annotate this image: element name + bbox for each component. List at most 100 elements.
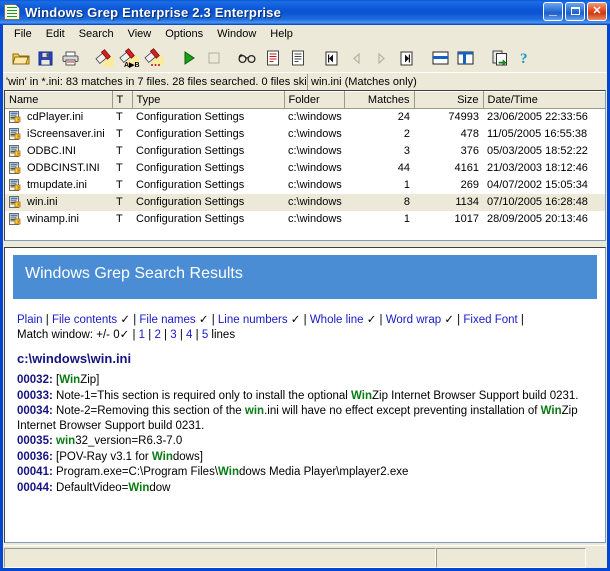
column-header-type[interactable]: Type xyxy=(132,91,285,109)
results-options: Plain | File contents ✓ | File names ✓ |… xyxy=(17,313,593,343)
help-icon[interactable]: ? xyxy=(513,47,536,69)
result-match-highlight: Win xyxy=(59,374,81,386)
cell-name: ODBC.INI xyxy=(5,143,112,160)
column-header-size[interactable]: Size xyxy=(414,91,484,109)
option-word-wrap[interactable]: Word wrap xyxy=(386,314,441,326)
save-icon[interactable] xyxy=(34,47,57,69)
cell-size: 1017 xyxy=(454,213,479,225)
split-horizontal-icon[interactable] xyxy=(429,47,452,69)
menu-options[interactable]: Options xyxy=(158,26,210,43)
result-line-text: dow xyxy=(149,481,171,494)
table-row[interactable]: ODBCINST.INI T Configuration Settings c:\wi… xyxy=(5,160,605,177)
cell-type: Configuration Settings xyxy=(136,128,245,140)
result-line[interactable]: 00035: win32_version=R6.3-7.0 xyxy=(17,434,593,449)
results-pane[interactable]: Windows Grep Search Results Plain | File… xyxy=(4,247,606,543)
table-row[interactable]: tmupdate.ini T Configuration Settings c:\wi… xyxy=(5,177,605,194)
table-row[interactable]: winamp.ini T Configuration Settings c:\wind… xyxy=(5,211,605,228)
match-window-suffix: lines xyxy=(208,329,236,341)
last-page-icon[interactable] xyxy=(395,47,418,69)
minimize-button[interactable]: _ xyxy=(543,2,563,21)
next-page-icon[interactable] xyxy=(370,47,393,69)
result-line-text: DefaultVideo= xyxy=(52,481,129,494)
menu-edit[interactable]: Edit xyxy=(39,26,72,43)
search-icon[interactable] xyxy=(93,47,116,69)
menu-help[interactable]: Help xyxy=(263,26,300,43)
cell-datetime: 07/10/2005 16:28:48 xyxy=(483,193,605,211)
option-line-numbers[interactable]: Line numbers xyxy=(218,314,288,326)
menu-bar: File Edit Search View Options Window Hel… xyxy=(3,25,607,44)
column-header-name[interactable]: Name xyxy=(5,91,113,109)
option-fixed-font[interactable]: Fixed Font xyxy=(463,314,517,326)
print-icon[interactable] xyxy=(59,47,82,69)
menu-search[interactable]: Search xyxy=(72,26,121,43)
file-name-text: winamp.ini xyxy=(27,213,79,225)
result-line-text: 32_version=R6.3-7.0 xyxy=(75,435,183,447)
client-area: File Edit Search View Options Window Hel… xyxy=(3,24,607,568)
cell-datetime: 28/09/2005 20:13:46 xyxy=(487,213,588,225)
cell-size: 376 xyxy=(460,145,479,157)
option-file-names[interactable]: File names xyxy=(139,314,195,326)
view-icon[interactable] xyxy=(236,47,259,69)
result-line[interactable]: 00036: [POV-Ray v3.1 for Windows] xyxy=(17,450,593,465)
close-icon: ✕ xyxy=(592,5,602,17)
search-replace-icon[interactable]: A▶B xyxy=(118,47,141,69)
menu-window[interactable]: Window xyxy=(210,26,263,43)
status-bar xyxy=(4,545,606,568)
file-list-pane[interactable]: Name T Type Folder Matches Size Date/Tim… xyxy=(4,90,606,241)
toolbar: A▶B ? xyxy=(3,44,607,72)
column-header-datetime[interactable]: Date/Time xyxy=(483,91,605,109)
cell-matches: 1 xyxy=(403,179,410,191)
menu-view[interactable]: View xyxy=(121,26,159,43)
option-file-contents[interactable]: File contents xyxy=(52,314,117,326)
stop-icon[interactable] xyxy=(202,47,225,69)
column-header-folder[interactable]: Folder xyxy=(284,91,345,109)
result-line[interactable]: 00033: Note-1=This section is required o… xyxy=(17,389,593,404)
option-plain[interactable]: Plain xyxy=(17,314,43,326)
result-line[interactable]: 00044: DefaultVideo=Window xyxy=(17,481,593,496)
cell-matches: 1 xyxy=(403,213,410,225)
result-line-text: Note-1=This section is required only to … xyxy=(52,389,352,402)
split-vertical-icon[interactable] xyxy=(454,47,477,69)
document-edit-icon[interactable] xyxy=(261,47,284,69)
table-row[interactable]: win.ini T Configuration Settings c:\windows… xyxy=(5,193,605,211)
search-options-icon[interactable] xyxy=(143,47,166,69)
option-check-icon: ✓ xyxy=(287,314,301,326)
first-page-icon[interactable] xyxy=(320,47,343,69)
maximize-button[interactable] xyxy=(565,2,585,21)
cell-type-flag: T xyxy=(116,179,123,191)
cell-datetime: 05/03/2005 18:52:22 xyxy=(487,145,588,157)
option-whole-line[interactable]: Whole line xyxy=(310,314,364,326)
app-icon xyxy=(4,4,20,20)
file-name-text: iScreensaver.ini xyxy=(27,128,105,140)
table-row[interactable]: iScreensaver.ini T Configuration Settings c… xyxy=(5,126,605,143)
table-row[interactable]: cdPlayer.ini T Configuration Settings c:\wi… xyxy=(5,109,605,126)
cell-folder: c:\windows xyxy=(288,179,342,191)
menu-file[interactable]: File xyxy=(7,26,39,43)
result-match-highlight: Win xyxy=(151,450,173,463)
cell-type: Configuration Settings xyxy=(136,111,245,124)
previous-page-icon[interactable] xyxy=(345,47,368,69)
result-match-highlight: Win xyxy=(218,466,240,478)
open-folder-icon[interactable] xyxy=(9,47,32,69)
status-pane-2 xyxy=(436,548,586,568)
close-button[interactable]: ✕ xyxy=(587,2,607,21)
result-line-text: dows] xyxy=(172,450,203,463)
document-view-icon[interactable] xyxy=(286,47,309,69)
result-line[interactable]: 00032: [WinZip] xyxy=(17,373,593,388)
ini-file-icon xyxy=(9,161,23,175)
result-line-number: 00033: xyxy=(17,389,53,402)
result-match-highlight: win xyxy=(244,405,265,417)
result-line[interactable]: 00034: Note-2=Removing this section of t… xyxy=(17,404,593,433)
window-controls: _ ✕ xyxy=(543,2,607,21)
cell-size: 4161 xyxy=(454,162,479,174)
copy-results-icon[interactable] xyxy=(488,47,511,69)
run-icon[interactable] xyxy=(177,47,200,69)
match-window-options: | 1 | 2 | 3 | 4 | 5 xyxy=(129,329,209,341)
ini-file-icon xyxy=(9,212,23,226)
result-line[interactable]: 00041: Program.exe=C:\Program Files\Wind… xyxy=(17,465,593,480)
column-header-matches[interactable]: Matches xyxy=(344,91,415,109)
column-header-t[interactable]: T xyxy=(112,91,133,109)
result-line-text: dows Media Player\mplayer2.exe xyxy=(239,466,409,478)
cell-type: Configuration Settings xyxy=(132,193,284,211)
table-row[interactable]: ODBC.INI T Configuration Settings c:\window… xyxy=(5,143,605,160)
